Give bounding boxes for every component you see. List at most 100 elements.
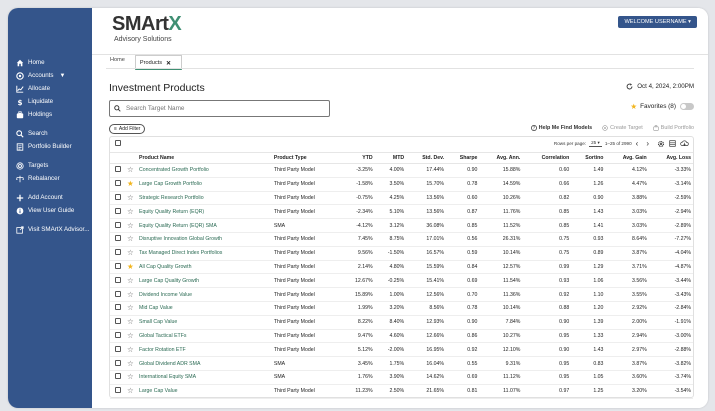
star-icon[interactable]: ☆ — [127, 372, 134, 381]
table-row[interactable]: ☆ Dividend Income Value Third Party Model 1… — [110, 287, 693, 302]
table-row[interactable]: ☆ Mid Cap Value Third Party Model 1.99% 3.20… — [110, 301, 693, 316]
refresh-icon[interactable] — [626, 83, 633, 90]
row-checkbox[interactable] — [115, 207, 121, 214]
star-icon[interactable]: ★ — [127, 262, 134, 271]
search-box[interactable] — [109, 100, 330, 117]
favorites-toggle[interactable] — [680, 103, 694, 110]
next-page-icon[interactable]: › — [646, 139, 649, 148]
sidebar-item-liquidate[interactable]: $ Liquidate — [8, 95, 92, 108]
build-portfolio-button[interactable]: Build Portfolio — [653, 125, 694, 131]
star-icon[interactable]: ☆ — [127, 317, 134, 326]
prev-page-icon[interactable]: ‹ — [636, 139, 639, 148]
sidebar-item-allocate[interactable]: Allocate — [8, 82, 92, 95]
sidebar-item-user-guide[interactable]: View User Guide — [8, 204, 92, 217]
user-menu-button[interactable]: WELCOME USERNAME ▾ — [618, 16, 697, 28]
columns-icon[interactable] — [669, 140, 676, 147]
table-row[interactable]: ★ Large Cap Growth Portfolio Third Party M… — [110, 177, 693, 192]
column-header[interactable]: MTD — [374, 153, 407, 164]
row-checkbox[interactable] — [115, 193, 121, 200]
cloud-download-icon[interactable] — [680, 140, 689, 147]
table-row[interactable]: ☆ International Equity SMA SMA 1.76% 3.90% 14… — [110, 370, 693, 385]
star-icon[interactable]: ☆ — [127, 345, 134, 354]
star-icon[interactable]: ☆ — [127, 221, 134, 230]
product-name-link[interactable]: Factor Rotation ETF — [137, 342, 272, 358]
column-header[interactable]: YTD — [341, 153, 375, 164]
table-row[interactable]: ☆ Large Cap Quality Growth Third Party Mod… — [110, 273, 693, 289]
table-row[interactable]: ☆ Disruptive Innovation Global Growth Thir… — [110, 232, 693, 247]
table-row[interactable]: ☆ Global Dividend ADR SMA SMA 3.45% 1.75% 16.… — [110, 356, 693, 371]
product-name-link[interactable]: Tax Managed Direct Index Portfolios — [137, 246, 272, 261]
row-checkbox[interactable] — [115, 331, 121, 338]
column-header[interactable]: Sharpe — [446, 153, 480, 164]
row-checkbox[interactable] — [115, 304, 121, 311]
select-all-checkbox[interactable] — [115, 140, 121, 146]
column-header[interactable]: Avg. Loss — [648, 153, 693, 164]
product-name-link[interactable]: Large Cap Growth Portfolio — [137, 177, 272, 192]
row-checkbox[interactable] — [115, 249, 121, 256]
product-name-link[interactable]: All Cap Quality Growth — [137, 260, 272, 275]
product-name-link[interactable]: Concentrated Growth Portfolio — [137, 163, 272, 178]
column-header[interactable]: Avg. Gain — [605, 153, 649, 164]
star-icon[interactable]: ☆ — [127, 276, 134, 285]
product-name-link[interactable]: Large Cap Quality Growth — [137, 273, 272, 289]
product-name-link[interactable]: Large Cap Value — [137, 384, 272, 399]
table-row[interactable]: ☆ Strategic Research Portfolio Third Party… — [110, 191, 693, 206]
row-checkbox[interactable] — [115, 235, 121, 242]
row-checkbox[interactable] — [115, 359, 121, 366]
row-checkbox[interactable] — [115, 180, 121, 187]
product-name-link[interactable]: Disruptive Innovation Global Growth — [137, 232, 272, 247]
product-name-link[interactable]: Global Dividend ADR SMA — [137, 356, 272, 371]
column-header[interactable]: Avg. Ann. — [479, 153, 523, 164]
sidebar-item-visit-advisor[interactable]: Visit SMArtX Advisor... — [8, 223, 92, 236]
product-name-link[interactable]: Dividend Income Value — [137, 287, 272, 302]
star-icon[interactable]: ☆ — [127, 359, 134, 368]
star-icon[interactable]: ☆ — [127, 386, 134, 395]
table-row[interactable]: ☆ Concentrated Growth Portfolio Third Part… — [110, 163, 693, 178]
row-checkbox[interactable] — [115, 290, 121, 297]
table-row[interactable]: ☆ Small Cap Value Third Party Model 8.22% 8.… — [110, 315, 693, 330]
product-name-link[interactable]: Strategic Research Portfolio — [137, 191, 272, 206]
search-input[interactable] — [124, 104, 318, 113]
column-header[interactable]: Sortino — [571, 153, 606, 164]
sidebar-item-portfolio-builder[interactable]: Portfolio Builder — [8, 140, 92, 153]
product-name-link[interactable]: Mid Cap Value — [137, 301, 272, 316]
row-checkbox[interactable] — [115, 276, 121, 283]
star-icon[interactable]: ☆ — [127, 193, 134, 202]
star-icon[interactable]: ☆ — [127, 207, 134, 216]
table-row[interactable]: ☆ Equity Quality Return (EQR) Third Party … — [110, 204, 693, 220]
add-filter-button[interactable]: ≡ Add Filter — [109, 124, 146, 134]
close-icon[interactable]: ✕ — [166, 60, 171, 67]
row-checkbox[interactable] — [115, 166, 121, 173]
table-row[interactable]: ★ All Cap Quality Growth Third Party Model… — [110, 260, 693, 275]
sidebar-item-search[interactable]: Search — [8, 127, 92, 140]
sidebar-item-targets[interactable]: Targets — [8, 159, 92, 172]
sidebar-item-holdings[interactable]: Holdings — [8, 108, 92, 121]
column-header[interactable]: Correlation — [522, 153, 572, 164]
gear-icon[interactable] — [657, 140, 665, 148]
table-row[interactable]: ☆ Factor Rotation ETF Third Party Model 5.1… — [110, 342, 693, 358]
row-checkbox[interactable] — [115, 345, 121, 352]
sidebar-item-home[interactable]: Home — [8, 56, 92, 69]
product-name-link[interactable]: Small Cap Value — [137, 315, 272, 330]
row-checkbox[interactable] — [115, 262, 121, 269]
column-header[interactable]: Product Name — [137, 153, 272, 164]
row-checkbox[interactable] — [115, 221, 121, 228]
row-checkbox[interactable] — [115, 373, 121, 380]
table-row[interactable]: ☆ Tax Managed Direct Index Portfolios Thir… — [110, 246, 693, 261]
sidebar-item-accounts[interactable]: Accounts ▼ — [8, 69, 92, 82]
product-name-link[interactable]: Equity Quality Return (EQR) — [137, 204, 272, 220]
product-name-link[interactable]: International Equity SMA — [137, 370, 272, 385]
help-find-models-button[interactable]: ? Help Me Find Models — [530, 125, 592, 131]
row-checkbox[interactable] — [115, 387, 121, 394]
table-row[interactable]: ☆ Global Tactical ETFs Third Party Model 9.… — [110, 329, 693, 344]
product-name-link[interactable]: Equity Quality Return (EQR) SMA — [137, 218, 272, 233]
product-name-link[interactable]: Global Tactical ETFs — [137, 329, 272, 344]
star-icon[interactable]: ☆ — [127, 234, 134, 243]
rows-per-page-select[interactable]: 25 ▾ — [589, 140, 602, 147]
create-target-button[interactable]: Create Target — [602, 125, 643, 131]
star-icon[interactable]: ☆ — [127, 165, 134, 174]
sidebar-item-add-account[interactable]: Add Account — [8, 191, 92, 204]
star-icon[interactable]: ★ — [127, 179, 134, 188]
table-row[interactable]: ☆ Equity Quality Return (EQR) SMA SMA -4.12… — [110, 218, 693, 233]
table-row[interactable]: ☆ Large Cap Value Third Party Model 11.23% 2… — [110, 384, 693, 399]
